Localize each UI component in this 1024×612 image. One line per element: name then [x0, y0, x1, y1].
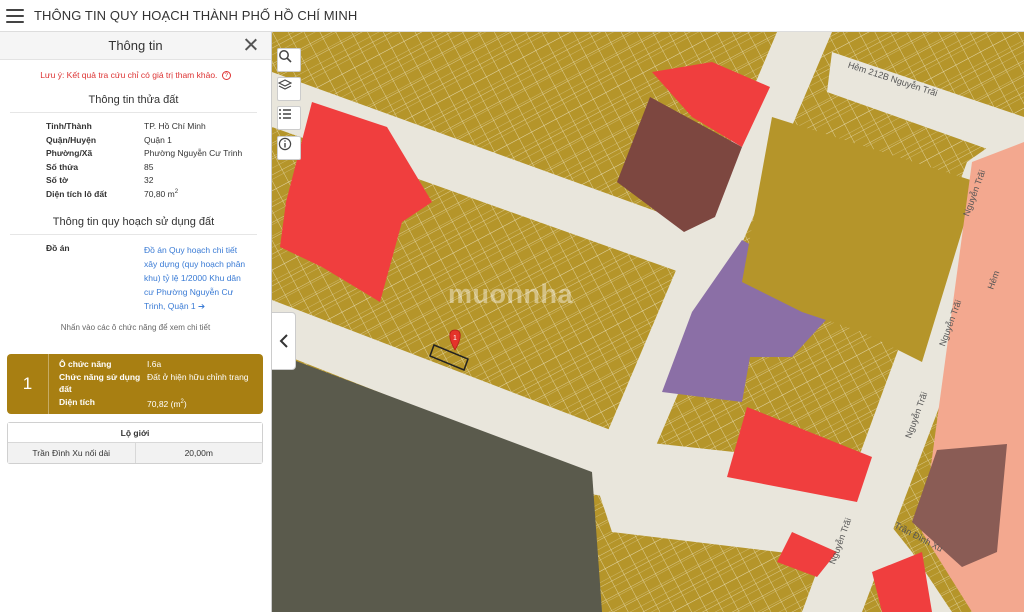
map-layers-button[interactable] — [277, 77, 301, 101]
zone-area-number: 70,82 (m — [147, 398, 181, 409]
lot-area-number: 70,80 m — [144, 188, 175, 199]
parcel-number-label: Số thửa — [46, 161, 79, 172]
project-link-text[interactable]: Đồ án Quy hoạch chi tiết xây dựng (quy h… — [144, 245, 245, 311]
zone-area-label: Diện tích — [59, 396, 95, 407]
district-label: Quận/Huyện — [46, 134, 97, 145]
function-label: Chức năng sử dụng đất — [59, 371, 141, 395]
disclaimer-note: Lưu ý: Kết quả tra cứu chỉ có giá trị th… — [0, 70, 271, 81]
info-icon[interactable] — [278, 137, 292, 151]
question-icon[interactable]: ? — [221, 71, 231, 81]
planning-map[interactable]: 1 — [272, 32, 1024, 612]
panel-title: Thông tin — [108, 38, 163, 53]
district-value: Quận 1 — [144, 134, 172, 145]
parcel-info-table: Tỉnh/Thành TP. Hồ Chí Minh Quận/Huyện Quận… — [46, 119, 271, 200]
map-info-button[interactable] — [277, 136, 301, 160]
close-icon[interactable] — [243, 37, 259, 53]
info-panel: Thông tin Lưu ý: Kết quả tra cứu chỉ có … — [0, 32, 272, 612]
map-view[interactable]: 1 muonnha Hẻm 212B Nguyễn Trãi Nguyễn Tr… — [272, 32, 1024, 612]
map-sheet-label: Số tờ — [46, 175, 69, 185]
app-title: THÔNG TIN QUY HOẠCH THÀNH PHỐ HỒ CHÍ MIN… — [34, 8, 358, 23]
watermark-text: muonnha — [448, 279, 573, 309]
setback-header: Lộ giới — [8, 423, 262, 443]
arrow-right-icon[interactable]: ➔ — [198, 301, 205, 311]
landuse-section-title: Thông tin quy hoạch sử dụng đất — [10, 216, 257, 236]
list-icon[interactable] — [278, 107, 292, 121]
lot-area-value: 70,80 m2 — [144, 189, 178, 199]
function-value: Đất ở hiện hữu chỉnh trang — [147, 371, 249, 382]
ward-label: Phường/Xã — [46, 148, 93, 158]
project-label: Đồ án — [46, 243, 70, 254]
map-legend-button[interactable] — [277, 106, 301, 130]
lot-area-unit-sup: 2 — [174, 188, 179, 195]
map-search-button[interactable] — [277, 48, 301, 72]
setback-width: 20,00m — [184, 448, 213, 458]
zone-number: 1 — [7, 354, 49, 414]
project-link[interactable]: Đồ án Quy hoạch chi tiết xây dựng (quy h… — [144, 243, 252, 313]
zone-area-close: ) — [183, 398, 187, 409]
disclaimer-text: Lưu ý: Kết quả tra cứu chỉ có giá trị th… — [40, 70, 218, 80]
setback-street: Trần Đình Xu nối dài — [8, 443, 136, 463]
panel-header: Thông tin — [0, 32, 271, 60]
parcel-number-value: 85 — [144, 161, 154, 172]
table-row: Trần Đình Xu nối dài 20,00m — [8, 443, 262, 463]
top-bar: THÔNG TIN QUY HOẠCH THÀNH PHỐ HỒ CHÍ MIN… — [0, 0, 1024, 32]
hint-text: Nhấn vào các ô chức năng để xem chi tiết — [60, 323, 211, 333]
zone-area-value: 70,82 (m2) — [147, 396, 187, 410]
collapse-panel-button[interactable] — [272, 312, 296, 370]
search-icon[interactable] — [278, 49, 292, 63]
province-label: Tỉnh/Thành — [46, 121, 92, 131]
chevron-left-icon[interactable] — [279, 334, 289, 348]
map-sheet-value: 32 — [144, 175, 154, 185]
menu-icon[interactable] — [6, 8, 24, 23]
setback-table: Lộ giới Trần Đình Xu nối dài 20,00m — [7, 422, 263, 464]
function-zone-card[interactable]: 1 Ô chức năng I.6a Chức năng sử dụng đất Đ… — [7, 354, 263, 414]
parcel-section-title: Thông tin thửa đất — [10, 94, 257, 114]
layers-icon[interactable] — [278, 78, 292, 92]
ward-value: Phường Nguyễn Cư Trinh — [144, 148, 243, 158]
zone-label: Ô chức năng — [59, 359, 112, 369]
lot-area-label: Diện tích lô đất — [46, 188, 107, 199]
zone-value: I.6a — [147, 359, 162, 369]
project-row: Đồ án Đồ án Quy hoạch chi tiết xây dựng … — [46, 243, 271, 313]
zone-details: Ô chức năng I.6a Chức năng sử dụng đất Đất… — [49, 354, 249, 414]
province-value: TP. Hồ Chí Minh — [144, 121, 206, 131]
marker-label: 1 — [453, 335, 457, 342]
